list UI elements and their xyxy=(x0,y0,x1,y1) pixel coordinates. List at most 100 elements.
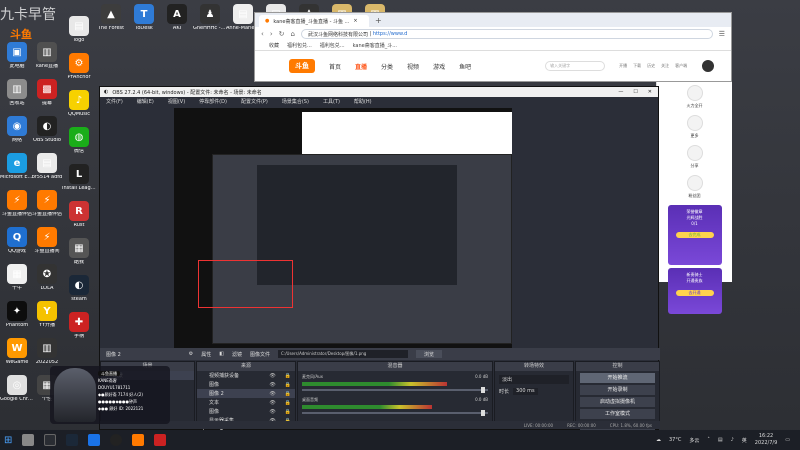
maximize-icon[interactable]: ☐ xyxy=(633,89,637,95)
app-taskbar-icon[interactable] xyxy=(154,434,167,446)
transition-select[interactable]: 淡出 xyxy=(499,375,569,384)
bookmark-item[interactable]: 福利包兑... xyxy=(287,42,312,49)
steam-taskbar-icon[interactable] xyxy=(66,434,79,446)
desktop-icon[interactable]: ♪ QQMusic xyxy=(62,90,96,118)
header-action[interactable]: 客户端 xyxy=(675,63,687,69)
clock[interactable]: 16:22 2022/7/9 xyxy=(755,433,777,447)
weather-icon[interactable]: ☁ xyxy=(656,437,661,443)
obs-preview[interactable] xyxy=(174,108,512,348)
windows-start-icon[interactable]: ⊞ xyxy=(4,435,12,446)
browser-tab[interactable]: ● kane斋客直播_斗鱼直播 - 斗鱼 ... × xyxy=(259,15,369,27)
desktop-icon[interactable]: L Install League xyxy=(62,164,96,192)
volume-knob[interactable] xyxy=(480,387,485,393)
obs-menu-item[interactable]: 场景集合(S) xyxy=(282,98,309,105)
desktop-icon[interactable]: ⚡ 斗鱼直播伴侣 xyxy=(30,190,64,218)
source-item[interactable]: 图像 👁 🔒 xyxy=(197,407,295,416)
source-item[interactable]: 图像 👁 🔒 xyxy=(197,380,295,389)
desktop-icon[interactable]: ▲ The Forest xyxy=(94,4,128,32)
desktop-icon[interactable]: ▦ 千牛 xyxy=(0,264,34,292)
desktop-icon[interactable]: ◉ 网络 xyxy=(0,116,34,144)
desktop-icon[interactable]: T ToDesk xyxy=(127,4,161,32)
filter-icon[interactable]: ◧ xyxy=(219,351,224,357)
obs-menu-item[interactable]: 工具(T) xyxy=(323,98,340,105)
desktop-icon[interactable]: Y YY开播 xyxy=(30,301,64,329)
desktop-icon[interactable]: A AKI xyxy=(160,4,194,32)
desktop-icon[interactable]: ✪ LOLA xyxy=(30,264,64,292)
obs-menu-item[interactable]: 配置文件(P) xyxy=(241,98,268,105)
control-button[interactable]: 开始录制 xyxy=(580,385,655,395)
desktop-icon[interactable]: ⚡ 斗鱼直播间 xyxy=(30,227,64,255)
minimize-icon[interactable]: — xyxy=(618,89,623,95)
bookmark-item[interactable]: 福利包兑... xyxy=(320,42,345,49)
new-tab-button[interactable]: + xyxy=(375,16,382,25)
desktop-icon[interactable]: ▩ 提幕 xyxy=(30,79,64,107)
lock-icon[interactable]: 🔒 xyxy=(285,400,291,406)
desktop-icon[interactable]: ◐ OBS Studio xyxy=(30,116,64,144)
nav-link[interactable]: 视频 xyxy=(407,62,419,71)
close-icon[interactable]: ✕ xyxy=(648,89,652,95)
desktop-icon[interactable]: ✦ Phantom xyxy=(0,301,34,329)
desktop-icon[interactable]: ◍ 微信 xyxy=(62,127,96,155)
eye-icon[interactable]: 👁 xyxy=(269,391,275,397)
source-item[interactable]: 文本 👁 🔒 xyxy=(197,398,295,407)
control-button[interactable]: 开始推流 xyxy=(580,373,655,383)
header-action[interactable]: 下载 xyxy=(633,63,641,69)
desktop-icon[interactable]: ▥ 2022052 xyxy=(30,338,64,366)
notification-icon[interactable]: ▭ xyxy=(785,437,790,443)
lock-icon[interactable]: 🔒 xyxy=(285,382,291,388)
volume-slider[interactable] xyxy=(302,410,488,416)
desktop-icon[interactable]: Q QQ游戏 xyxy=(0,227,34,255)
lock-icon[interactable]: 🔒 xyxy=(285,409,291,415)
bookmark-item[interactable]: 收藏 xyxy=(269,42,279,49)
eye-icon[interactable]: 👁 xyxy=(269,382,275,388)
douyu-taskbar-icon[interactable] xyxy=(132,434,145,446)
desktop-icon[interactable]: ▤ logo xyxy=(62,16,96,44)
url-input[interactable]: 武汉斗鱼网络科技有限公司 | https://www.d xyxy=(300,29,713,39)
network-icon[interactable]: ▤ xyxy=(718,437,723,443)
task-view-icon[interactable] xyxy=(44,434,57,446)
desktop-icon[interactable]: ▦ 酷我 xyxy=(62,238,96,266)
volume-knob[interactable] xyxy=(480,410,485,416)
desktop-icon[interactable]: ⚙ PFAnchor xyxy=(62,53,96,81)
desktop-icon[interactable]: ⚡ 斗鱼直播伴侣 xyxy=(0,190,34,218)
desktop-icon[interactable]: ◐ steam xyxy=(62,275,96,303)
home-icon[interactable]: ⌂ xyxy=(291,30,295,38)
browser-window[interactable]: ● kane斋客直播_斗鱼直播 - 斗鱼 ... × + ‹ › ↻ ⌂ 武汉斗… xyxy=(254,12,732,82)
desktop-icon[interactable]: ▥ kane直播 xyxy=(30,42,64,70)
obs-menu-item[interactable]: 编辑(E) xyxy=(137,98,154,105)
source-item[interactable]: 视频捕获设备 👁 🔒 xyxy=(197,371,295,380)
ime-indicator[interactable]: 英 xyxy=(742,437,747,444)
desktop-icon[interactable]: R Rust xyxy=(62,201,96,229)
badge-promo[interactable]: 荣誉徽章 光辉战胜 0/1 去完成 xyxy=(667,205,722,265)
site-search-input[interactable]: 输入关键字 xyxy=(545,61,606,71)
site-logo[interactable]: 斗鱼 xyxy=(289,59,315,73)
desktop-icon[interactable]: ◎ Google Chrome xyxy=(0,375,34,403)
lock-icon[interactable]: 🔒 xyxy=(285,391,291,397)
forward-icon[interactable]: › xyxy=(270,30,273,38)
lock-icon[interactable]: 🔒 xyxy=(285,373,291,379)
duration-input[interactable]: 300 ms xyxy=(513,388,538,395)
desktop-icon[interactable]: ▣ 此电脑 xyxy=(0,42,34,70)
properties-button[interactable]: 属性 xyxy=(201,351,211,358)
header-action[interactable]: 关注 xyxy=(661,63,669,69)
close-tab-icon[interactable]: × xyxy=(353,18,357,24)
filters-button[interactable]: 滤镜 xyxy=(232,351,242,358)
desktop-icon[interactable]: W WeGame xyxy=(0,338,34,366)
menu-icon[interactable]: ☰ xyxy=(719,30,725,38)
obs-menu-item[interactable]: 视图(V) xyxy=(168,98,185,105)
desktop-icon[interactable]: ▤ bf5514 adfd xyxy=(30,153,64,181)
side-item[interactable]: 火力全开 xyxy=(664,82,726,112)
selected-source-box[interactable] xyxy=(198,260,293,308)
nav-link[interactable]: 直播 xyxy=(355,62,367,71)
eye-icon[interactable]: 👁 xyxy=(269,373,275,379)
obs-menu-item[interactable]: 文件(F) xyxy=(106,98,123,105)
browser-taskbar-icon[interactable] xyxy=(88,434,101,446)
back-icon[interactable]: ‹ xyxy=(261,30,264,38)
chevron-up-icon[interactable]: ˄ xyxy=(707,437,710,443)
obs-menu-item[interactable]: 帮助(H) xyxy=(354,98,372,105)
image-path-field[interactable]: C:/Users/Administrator/Desktop/图像/1.png xyxy=(278,350,409,358)
avatar[interactable] xyxy=(701,59,716,73)
eye-icon[interactable]: 👁 xyxy=(269,409,275,415)
desktop-icon[interactable]: ♟ GneHHHc - Tú Chôô N... xyxy=(193,4,227,32)
refresh-icon[interactable]: ↻ xyxy=(279,30,285,38)
